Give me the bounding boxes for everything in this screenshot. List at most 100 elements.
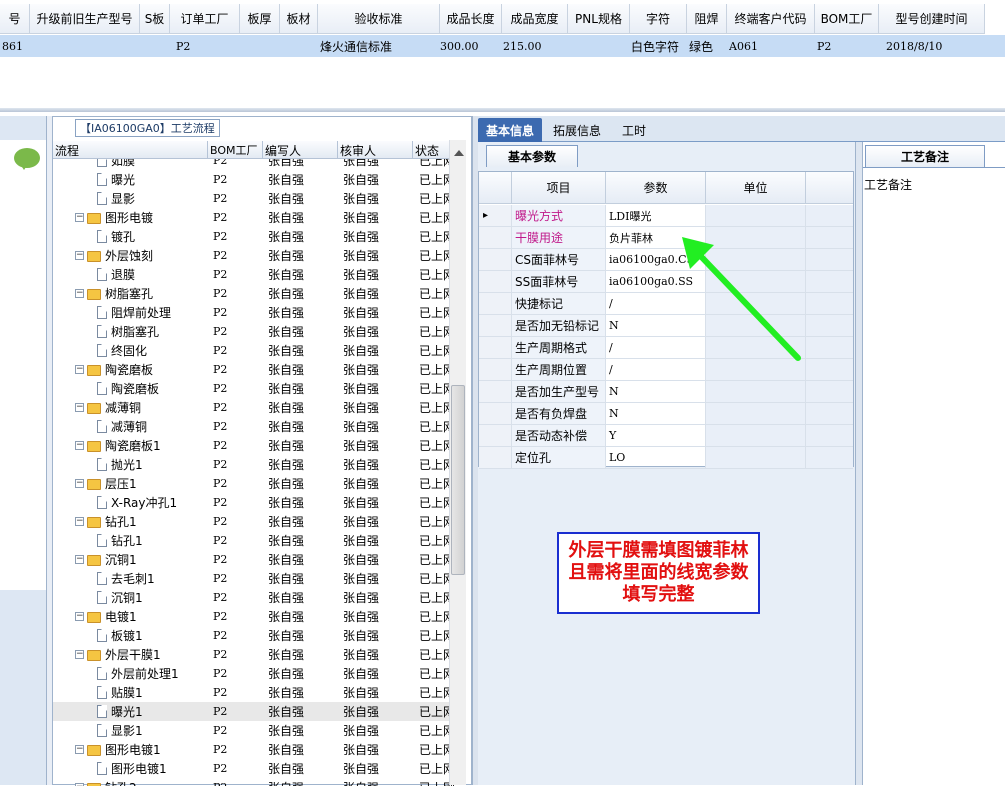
top-grid-selected-row[interactable]: 861 P2 烽火通信标准 300.00 215.00 白色字符 绿色 A061… [0,35,1005,57]
header-bom[interactable]: BOM工厂 [208,141,263,159]
top-header-7[interactable]: 成品长度 [440,4,502,34]
tree-vertical-scrollbar[interactable] [449,140,466,785]
collapse-icon[interactable]: − [75,289,84,298]
top-header-8[interactable]: 成品宽度 [502,4,568,34]
subtab-basic-params[interactable]: 基本参数 [486,145,578,167]
param-row[interactable]: 是否加生产型号 N [479,381,855,403]
top-header-5[interactable]: 板材 [280,4,318,34]
tree-row[interactable]: − 图形电镀1 P2 张自强 张自强 已上网 [53,740,456,759]
tree-row[interactable]: X-Ray冲孔1 P2 张自强 张自强 已上网 [53,493,456,512]
collapse-icon[interactable]: − [75,251,84,260]
param-unit[interactable] [706,425,806,447]
tree-row[interactable]: − 层压1 P2 张自强 张自强 已上网 [53,474,456,493]
reviewer-cell: 张自强 [343,306,380,320]
tree-row[interactable]: − 树脂塞孔 P2 张自强 张自强 已上网 [53,284,456,303]
collapse-icon[interactable]: − [75,612,84,621]
param-value[interactable]: Y [606,425,706,447]
chat-bubble-icon[interactable] [14,148,40,170]
header-param[interactable]: 参数 [606,172,706,204]
param-value[interactable]: LDI曝光 [606,205,706,227]
tree-row[interactable]: 终固化 P2 张自强 张自强 已上网 [53,341,456,360]
collapse-icon[interactable]: − [75,403,84,412]
tree-row[interactable]: 显影 P2 张自强 张自强 已上网 [53,189,456,208]
tab-process-notes[interactable]: 工艺备注 [865,145,985,167]
tree-row[interactable]: − 减薄铜 P2 张自强 张自强 已上网 [53,398,456,417]
tree-row[interactable]: − 外层干膜1 P2 张自强 张自强 已上网 [53,645,456,664]
tree-row[interactable]: − 外层蚀刻 P2 张自强 张自强 已上网 [53,246,456,265]
collapse-icon[interactable]: − [75,479,84,488]
tree-row[interactable]: − 陶瓷磨板 P2 张自强 张自强 已上网 [53,360,456,379]
top-header-9[interactable]: PNL规格 [568,4,630,34]
param-value[interactable]: N [606,381,706,403]
top-header-2[interactable]: S板 [140,4,170,34]
top-header-14[interactable]: 型号创建时间 [879,4,985,34]
tree-row[interactable]: 曝光 P2 张自强 张自强 已上网 [53,170,456,189]
collapse-icon[interactable]: − [75,517,84,526]
tree-row[interactable]: 镀孔 P2 张自强 张自强 已上网 [53,227,456,246]
tree-row[interactable]: 贴膜1 P2 张自强 张自强 已上网 [53,683,456,702]
tree-row[interactable]: 去毛刺1 P2 张自强 张自强 已上网 [53,569,456,588]
horizontal-splitter[interactable] [0,108,1005,112]
param-row[interactable]: ▸ 曝光方式 LDI曝光 [479,205,855,227]
collapse-icon[interactable]: − [75,365,84,374]
param-value[interactable]: N [606,403,706,425]
param-unit[interactable] [706,381,806,403]
tree-row[interactable]: − 沉铜1 P2 张自强 张自强 已上网 [53,550,456,569]
folder-icon [87,289,101,300]
param-unit[interactable] [706,447,806,469]
header-item[interactable]: 项目 [512,172,606,204]
tree-row[interactable]: 沉铜1 P2 张自强 张自强 已上网 [53,588,456,607]
header-writer[interactable]: 编写人 [263,141,338,159]
header-reviewer[interactable]: 核审人 [338,141,413,159]
tab-work-hours[interactable]: 工时 [614,118,654,142]
tree-row[interactable]: 阻焊前处理 P2 张自强 张自强 已上网 [53,303,456,322]
tree-row[interactable]: 钻孔1 P2 张自强 张自强 已上网 [53,531,456,550]
param-row[interactable]: 定位孔 LO [479,447,855,469]
top-header-11[interactable]: 阻焊 [687,4,727,34]
header-flow[interactable]: 流程 [53,141,208,159]
top-header-3[interactable]: 订单工厂 [170,4,240,34]
tree-row[interactable]: 显影1 P2 张自强 张自强 已上网 [53,721,456,740]
param-unit[interactable] [706,205,806,227]
tree-row[interactable]: − 图形电镀 P2 张自强 张自强 已上网 [53,208,456,227]
writer-cell: 张自强 [268,724,305,738]
param-unit[interactable] [706,403,806,425]
scroll-thumb[interactable] [451,385,465,575]
collapse-icon[interactable]: − [75,441,84,450]
top-header-4[interactable]: 板厚 [240,4,280,34]
collapse-icon[interactable]: − [75,745,84,754]
param-row[interactable]: 是否动态补偿 Y [479,425,855,447]
tree-row[interactable]: 陶瓷磨板 P2 张自强 张自强 已上网 [53,379,456,398]
top-header-6[interactable]: 验收标准 [318,4,440,34]
collapse-icon[interactable]: − [75,213,84,222]
param-row[interactable]: 是否有负焊盘 N [479,403,855,425]
top-header-10[interactable]: 字符 [630,4,687,34]
tree-row[interactable]: 曝光1 P2 张自强 张自强 已上网 [53,702,456,721]
tree-row[interactable]: 如膜 P2 张自强 张自强 已上网 [53,159,456,170]
top-header-13[interactable]: BOM工厂 [815,4,879,34]
collapse-icon[interactable]: − [75,555,84,564]
tree-row[interactable]: 退膜 P2 张自强 张自强 已上网 [53,265,456,284]
param-item: 是否动态补偿 [512,425,606,447]
tree-row[interactable]: − 钻孔1 P2 张自强 张自强 已上网 [53,512,456,531]
tree-row[interactable]: 抛光1 P2 张自强 张自强 已上网 [53,455,456,474]
tab-extended-info[interactable]: 拓展信息 [546,118,608,142]
top-header-1[interactable]: 升级前旧生产型号 [30,4,140,34]
tree-node-label: 显影1 [111,724,143,738]
param-value[interactable]: LO [606,447,706,469]
tree-row[interactable]: 减薄铜 P2 张自强 张自强 已上网 [53,417,456,436]
tree-row[interactable]: 板镀1 P2 张自强 张自强 已上网 [53,626,456,645]
tree-title-tab[interactable]: 【IA06100GA0】工艺流程 [75,119,220,137]
tree-row[interactable]: 外层前处理1 P2 张自强 张自强 已上网 [53,664,456,683]
tree-row[interactable]: − 电镀1 P2 张自强 张自强 已上网 [53,607,456,626]
tree-row[interactable]: − 陶瓷磨板1 P2 张自强 张自强 已上网 [53,436,456,455]
tree-row[interactable]: 树脂塞孔 P2 张自强 张自强 已上网 [53,322,456,341]
reviewer-cell: 张自强 [343,762,380,776]
tab-basic-info[interactable]: 基本信息 [478,118,542,142]
tree-row[interactable]: 图形电镀1 P2 张自强 张自强 已上网 [53,759,456,778]
scroll-up-arrow-icon[interactable] [454,145,464,156]
collapse-icon[interactable]: − [75,650,84,659]
top-header-0[interactable]: 号 [0,4,30,34]
header-unit[interactable]: 单位 [706,172,806,204]
top-header-12[interactable]: 终端客户代码 [727,4,815,34]
